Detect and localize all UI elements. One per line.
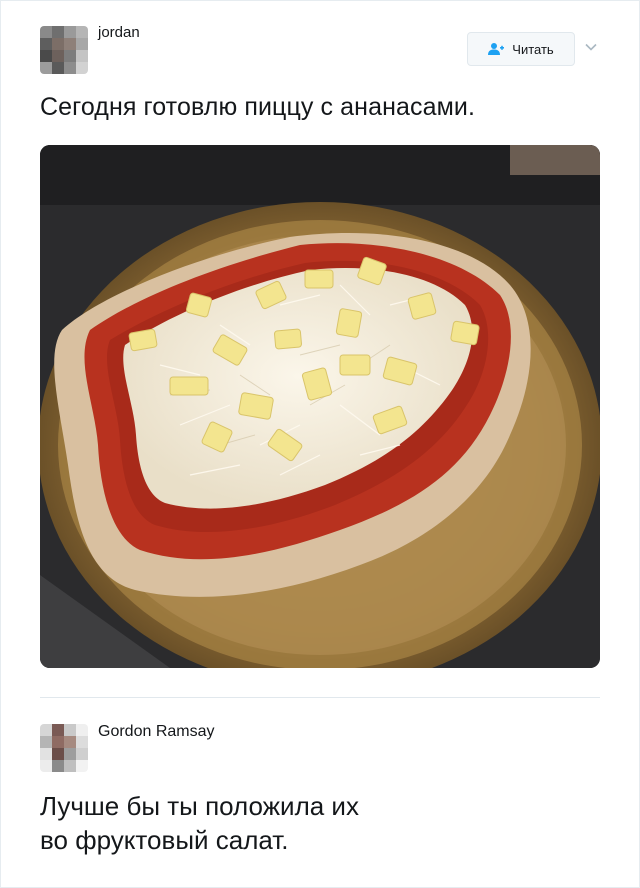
author-avatar[interactable] [40, 26, 88, 74]
reply-author-name[interactable]: Gordon Ramsay [98, 723, 215, 741]
follow-label: Читать [512, 41, 554, 57]
author-name[interactable]: jordan [98, 24, 140, 41]
add-user-icon [488, 43, 505, 55]
reply-avatar[interactable] [40, 724, 88, 772]
pizza-photo [40, 145, 600, 668]
chevron-down-icon[interactable] [584, 40, 598, 54]
reply-text: Лучше бы ты положила их во фруктовый сал… [40, 791, 359, 855]
tweet-text: Сегодня готовлю пиццу с ананасами. [40, 93, 476, 121]
tweet-photo[interactable] [40, 145, 600, 668]
divider [40, 697, 600, 698]
follow-button[interactable]: Читать [467, 32, 575, 66]
